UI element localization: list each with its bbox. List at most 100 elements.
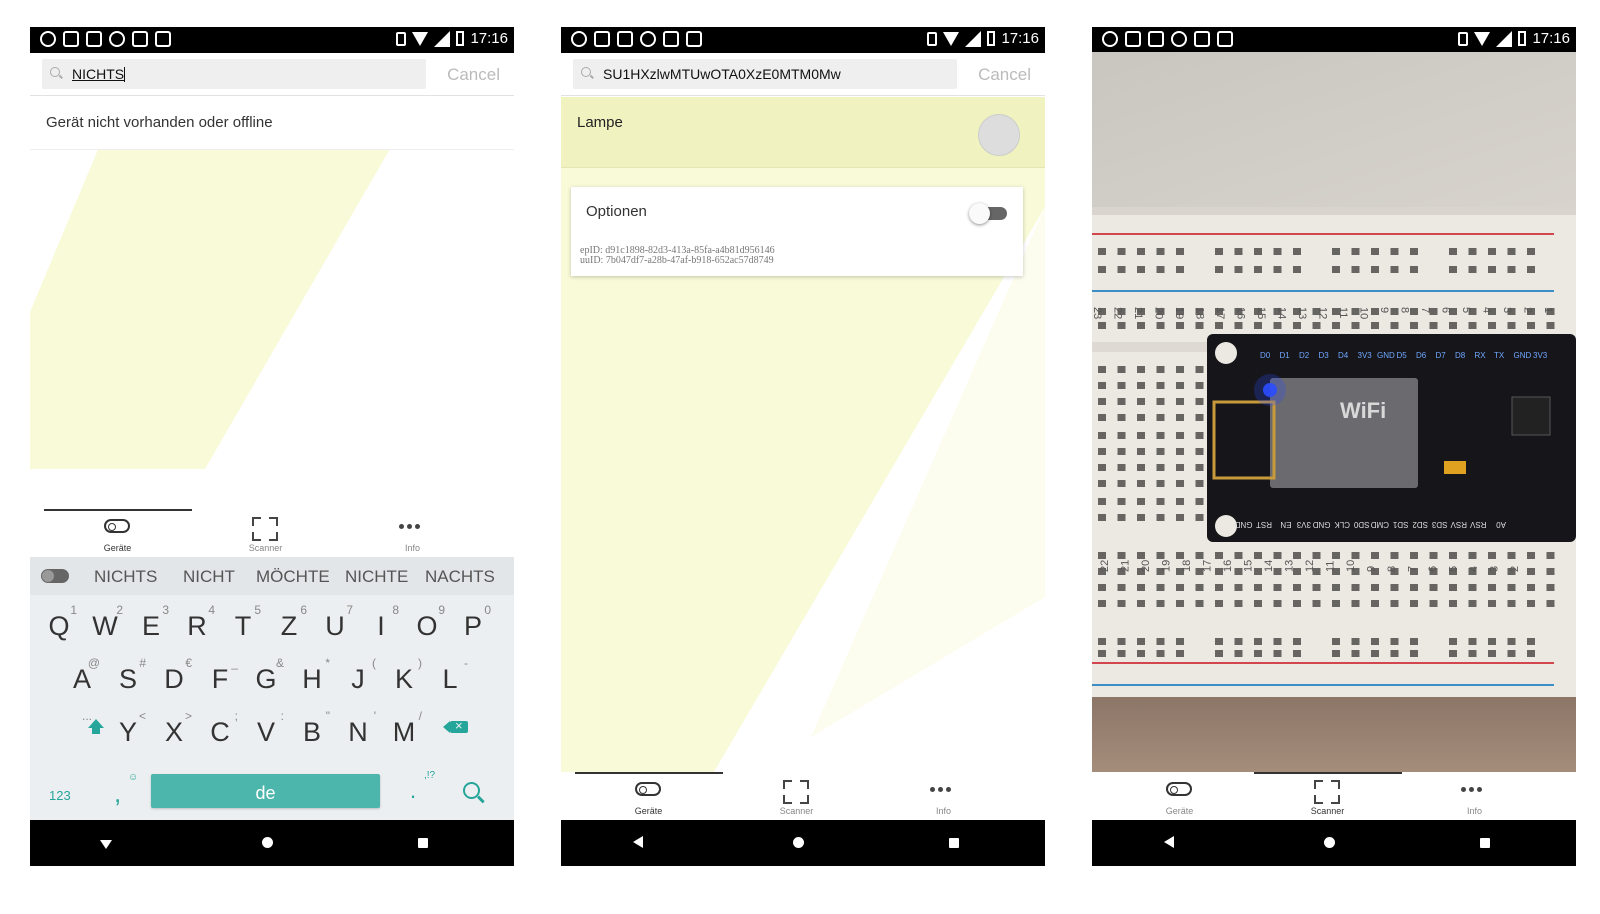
key-t[interactable]: T5 [223, 601, 263, 645]
key-k[interactable]: K) [384, 654, 424, 698]
key-b[interactable]: B " [292, 707, 332, 751]
wifi-icon [412, 31, 429, 46]
tab-scanner[interactable]: Scanner [716, 772, 877, 820]
board-label: D5 [1397, 351, 1408, 360]
key-m[interactable]: M / [384, 707, 424, 751]
key-u[interactable]: U7 [315, 601, 355, 645]
uu-id: uuID: 7b047df7-a28b-47af-b918-652ac57d87… [580, 255, 774, 266]
search-key-icon[interactable] [463, 782, 480, 799]
key-e[interactable]: E3 [131, 601, 171, 645]
device-list-item[interactable]: Lampe [561, 97, 1045, 168]
key-c[interactable]: C; [200, 707, 240, 751]
key-p[interactable]: P0 [453, 601, 493, 645]
board-label: SD0 [1353, 520, 1369, 529]
tab-info[interactable]: Info [332, 509, 493, 557]
key-f[interactable]: F _ [200, 654, 240, 698]
period-key[interactable]: . [410, 778, 416, 804]
board-label: 6 [1440, 307, 1452, 313]
key-w[interactable]: W2 [85, 601, 125, 645]
board-label: 11 [1325, 561, 1337, 572]
hide-keyboard-icon[interactable] [100, 840, 112, 849]
search-input[interactable]: SU1HXzlwMTUwOTA0XzE0MTM0Mw [573, 59, 957, 89]
recents-icon[interactable] [949, 838, 959, 848]
board-label: 19 [1173, 307, 1185, 319]
home-icon[interactable] [1324, 837, 1335, 848]
suggestion[interactable]: MÖCHTE [256, 567, 330, 587]
tab-info[interactable]: Info [863, 772, 1024, 820]
key-n[interactable]: N ' [338, 707, 378, 751]
tab-scanner[interactable]: Scanner [185, 509, 346, 557]
recents-icon[interactable] [1480, 838, 1490, 848]
signal-icon [965, 30, 982, 47]
board-label: 18 [1181, 560, 1193, 572]
space-bar[interactable]: de [151, 774, 380, 808]
back-icon[interactable] [633, 836, 643, 848]
key-v[interactable]: V: [246, 707, 286, 751]
key-g[interactable]: G & [246, 654, 286, 698]
suggestion[interactable]: NICHTE [345, 567, 408, 587]
tab-info[interactable]: Info [1394, 772, 1555, 820]
board-label: GND [1235, 520, 1253, 529]
key-h[interactable]: H * [292, 654, 332, 698]
board-label: 16 [1222, 560, 1234, 572]
suggestion[interactable]: NICHTS [94, 567, 157, 587]
home-icon[interactable] [262, 837, 273, 848]
key-o[interactable]: O9 [407, 601, 447, 645]
keyboard-toggle-icon[interactable] [41, 569, 69, 583]
recents-icon[interactable] [418, 838, 428, 848]
options-toggle-knob[interactable] [969, 203, 990, 224]
tab-geraete[interactable]: Geräte [37, 509, 198, 557]
board-label: 14 [1263, 560, 1275, 572]
key-s[interactable]: S # [108, 654, 148, 698]
numbers-key[interactable]: 123 [49, 788, 71, 803]
bottom-tab-bar: Geräte Scanner Info [561, 772, 1045, 820]
key-l[interactable]: L- [430, 654, 470, 698]
board-label: 21 [1120, 560, 1132, 572]
key-r[interactable]: R4 [177, 601, 217, 645]
key-d[interactable]: D € [154, 654, 194, 698]
board-label: 22 [1099, 560, 1111, 572]
tab-geraete[interactable]: Geräte [1099, 772, 1260, 820]
status-time: 17:16 [470, 30, 508, 47]
tab-scanner[interactable]: Scanner [1247, 772, 1408, 820]
cancel-button[interactable]: Cancel [978, 65, 1031, 85]
cancel-button[interactable]: Cancel [447, 65, 500, 85]
toggle-icon [635, 782, 661, 796]
suggestion[interactable]: NACHTS [425, 567, 495, 587]
scanner-icon [783, 780, 809, 804]
suggestion[interactable]: NICHT [183, 567, 235, 587]
key-a[interactable]: A @ [62, 654, 102, 698]
board-label: 3V3 [1296, 520, 1311, 529]
sms-icon [132, 31, 148, 47]
comma-key[interactable]: , [114, 778, 121, 809]
board-label: SD2 [1412, 520, 1428, 529]
board-label: 7 [1407, 566, 1419, 572]
wifi-module [1270, 378, 1418, 488]
scanner-icon [252, 517, 278, 541]
key-q[interactable]: Q1 [39, 601, 79, 645]
board-label: 10 [1358, 307, 1370, 319]
back-icon[interactable] [1164, 836, 1174, 848]
key-j[interactable]: J( [338, 654, 378, 698]
key-y[interactable]: Y < [108, 707, 148, 751]
board-label: 5 [1460, 307, 1472, 313]
suggestion-strip: NICHTS NICHT MÖCHTE NICHTE NACHTS [30, 557, 514, 595]
key-i[interactable]: I8 [361, 601, 401, 645]
key-x[interactable]: X > [154, 707, 194, 751]
device-avatar [978, 114, 1020, 156]
camera-viewfinder[interactable]: WiFi D0 D1 D2 D3 D4 3V3 GND D5 D6 D7 D8 RX TX GND 3V3 … [1092, 52, 1576, 772]
wifi-icon [943, 31, 960, 46]
board-label: 19 [1161, 560, 1173, 572]
home-icon[interactable] [793, 837, 804, 848]
calendar-icon [1148, 31, 1164, 47]
sms-icon [663, 31, 679, 47]
tab-geraete[interactable]: Geräte [568, 772, 729, 820]
shift-key[interactable]: ... [54, 707, 104, 751]
board-label: D2 [1299, 351, 1310, 360]
vibrate-icon [927, 31, 938, 46]
more-dots-icon [399, 524, 420, 529]
backspace-key[interactable] [443, 718, 468, 733]
search-input[interactable]: NICHTS [42, 59, 426, 89]
toggle-icon [104, 519, 130, 533]
key-z[interactable]: Z6 [269, 601, 309, 645]
